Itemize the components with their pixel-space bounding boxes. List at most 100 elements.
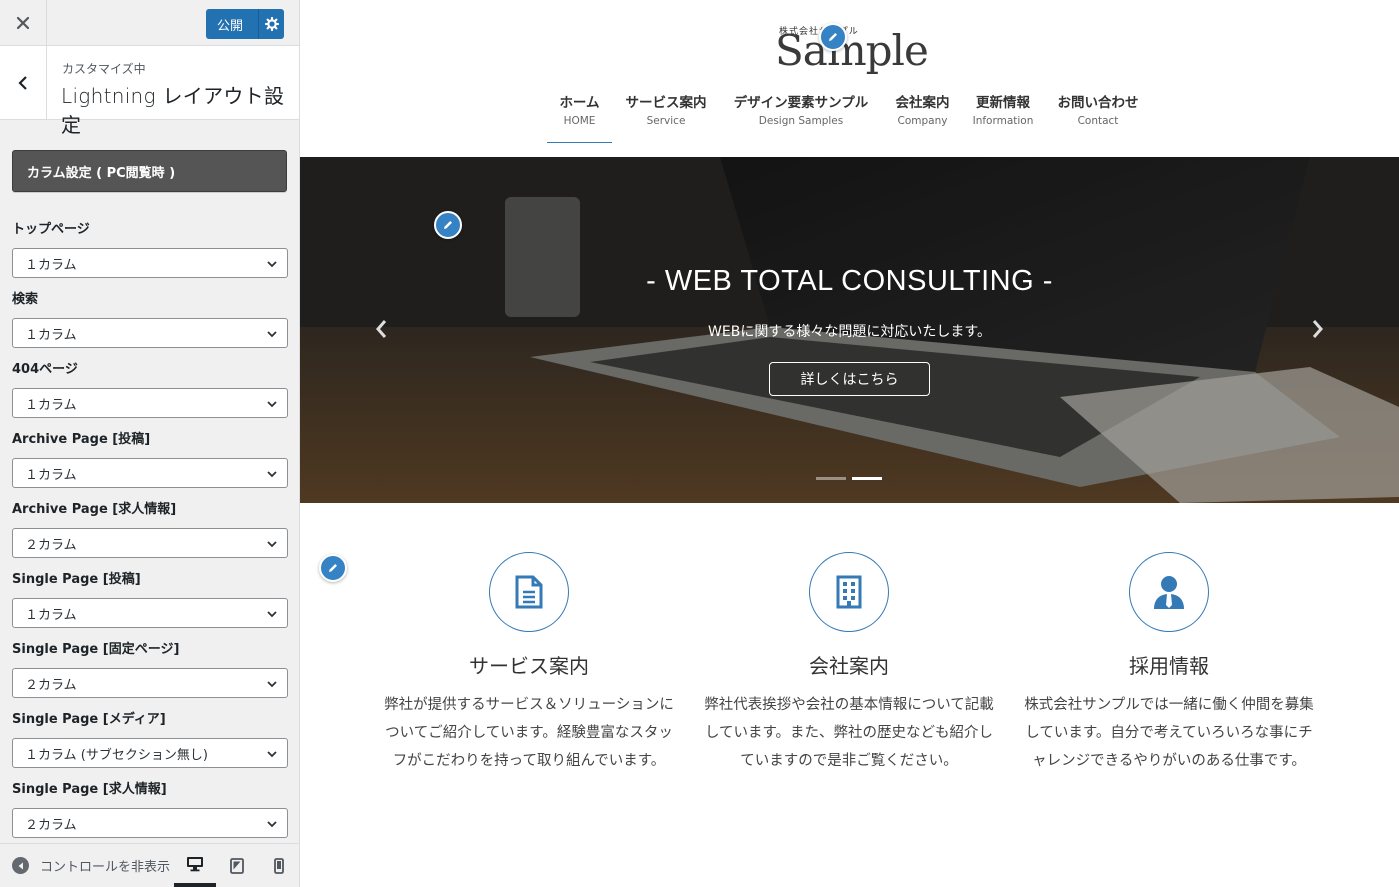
select-value: １カラム <box>25 327 77 343</box>
desktop-icon <box>187 856 203 871</box>
select-value: １カラム <box>25 397 77 413</box>
select-value: ２カラム <box>25 817 77 833</box>
slider-prev-button[interactable] <box>370 317 394 341</box>
nav-item-information[interactable]: 更新情報 Information <box>967 92 1039 127</box>
nav-item-home[interactable]: ホーム HOME <box>547 92 612 143</box>
preview-desktop-button[interactable] <box>174 844 216 887</box>
chevron-down-icon <box>267 751 277 758</box>
building-icon <box>836 575 862 609</box>
field-top-page: トップページ １カラム <box>12 221 288 278</box>
section-title: Lightning レイアウト設定 <box>61 84 285 137</box>
field-label: Single Page [固定ページ] <box>12 642 180 657</box>
pr-text: 弊社代表挨拶や会社の基本情報について記載しています。また、弊社の歴史なども紹介し… <box>704 697 994 769</box>
nav-item-company[interactable]: 会社案内 Company <box>885 92 960 127</box>
pr-title: 採用情報 <box>1129 654 1209 678</box>
nav-label: お問い合わせ <box>1057 95 1139 111</box>
customizing-label: カスタマイズ中 <box>62 62 146 76</box>
column-select[interactable]: １カラム <box>12 248 288 278</box>
chevron-left-icon <box>18 75 27 90</box>
column-select[interactable]: ２カラム <box>12 528 288 558</box>
nav-sublabel: Company <box>897 115 948 127</box>
select-value: １カラム <box>25 467 77 483</box>
edit-shortcut-pencil-icon[interactable] <box>819 23 847 51</box>
slider-dot-2[interactable] <box>852 477 882 480</box>
hide-controls-label: コントロールを非表示 <box>40 860 170 875</box>
column-select[interactable]: ２カラム <box>12 668 288 698</box>
publish-label: 公開 <box>217 18 244 34</box>
field-single-post: Single Page [投稿] １カラム <box>12 571 288 628</box>
nav-sublabel: Service <box>646 115 686 127</box>
chevron-down-icon <box>267 471 277 478</box>
nav-item-contact[interactable]: お問い合わせ Contact <box>1050 92 1146 127</box>
pr-icon-circle <box>489 552 569 632</box>
user-tie-icon <box>1154 576 1184 609</box>
field-label: 404ページ <box>12 362 78 377</box>
chevron-down-icon <box>267 611 277 618</box>
select-value: ２カラム <box>25 537 77 553</box>
site-logo[interactable]: 株式会社サンプル Sample <box>775 20 935 75</box>
edit-shortcut-pencil-icon[interactable] <box>434 211 462 239</box>
column-select[interactable]: １カラム <box>12 458 288 488</box>
pr-icon-circle <box>1129 552 1209 632</box>
close-customizer-button[interactable] <box>0 0 47 45</box>
site-preview: 株式会社サンプル Sample ホーム HOME サービス案内 Service … <box>300 0 1399 887</box>
nav-label: サービス案内 <box>625 95 707 111</box>
customizer-header: 公開 <box>0 0 299 46</box>
pr-text: 弊社が提供するサービス＆ソリューションについてご紹介しています。経験豊富なスタッ… <box>384 697 674 769</box>
preview-tablet-button[interactable] <box>216 844 258 887</box>
hero-subtitle: WEBに関する様々な問題に対応いたします。 <box>708 324 991 340</box>
column-select[interactable]: １カラム <box>12 318 288 348</box>
nav-label: 会社案内 <box>895 95 950 111</box>
field-404: 404ページ １カラム <box>12 361 288 418</box>
nav-item-design-samples[interactable]: デザイン要素サンプル Design Samples <box>726 92 876 127</box>
nav-label: ホーム <box>559 95 600 111</box>
edit-shortcut-pencil-icon[interactable] <box>319 554 347 582</box>
field-label: Single Page [メディア] <box>12 712 166 727</box>
field-label: トップページ <box>12 222 90 237</box>
hide-controls-button[interactable]: コントロールを非表示 <box>12 856 170 875</box>
chevron-left-icon <box>376 320 387 338</box>
column-select[interactable]: ２カラム <box>12 808 288 838</box>
collapse-arrow-icon <box>12 857 29 874</box>
slider-next-button[interactable] <box>1305 317 1329 341</box>
pr-icon-circle <box>809 552 889 632</box>
preview-mobile-button[interactable] <box>258 844 300 887</box>
nav-sublabel: HOME <box>563 115 596 127</box>
document-icon <box>515 575 543 609</box>
publish-button[interactable]: 公開 <box>206 9 284 39</box>
field-archive-job: Archive Page [求人情報] ２カラム <box>12 501 288 558</box>
select-value: １カラム <box>25 257 77 273</box>
tablet-icon <box>230 857 244 874</box>
select-value: ２カラム <box>25 677 77 693</box>
pr-block-recruit[interactable]: 採用情報 株式会社サンプルでは一緒に働く仲間を募集しています。自分で考えていろい… <box>1024 552 1314 775</box>
field-search: 検索 １カラム <box>12 291 288 348</box>
field-single-page: Single Page [固定ページ] ２カラム <box>12 641 288 698</box>
column-select[interactable]: １カラム <box>12 598 288 628</box>
chevron-down-icon <box>267 401 277 408</box>
hero-title: - WEB TOTAL CONSULTING - <box>646 265 1053 297</box>
customizer-sidebar: 公開 カスタマイズ中 Lightning レイアウト設定 カラム設定 ( PC閲… <box>0 0 300 887</box>
chevron-down-icon <box>267 331 277 338</box>
global-nav: ホーム HOME サービス案内 Service デザイン要素サンプル Desig… <box>300 92 1399 144</box>
select-value: １カラム <box>25 607 77 623</box>
customizer-footer: コントロールを非表示 <box>0 843 299 887</box>
logo-text: Sample <box>775 26 929 75</box>
pr-block-company[interactable]: 会社案内 弊社代表挨拶や会社の基本情報について記載しています。また、弊社の歴史な… <box>704 552 994 775</box>
field-archive-post: Archive Page [投稿] １カラム <box>12 431 288 488</box>
slider-dot-1[interactable] <box>816 477 846 480</box>
column-select[interactable]: １カラム <box>12 388 288 418</box>
publish-settings-gear-icon[interactable] <box>259 17 284 31</box>
pr-block-service[interactable]: サービス案内 弊社が提供するサービス＆ソリューションについてご紹介しています。経… <box>384 552 674 775</box>
hero-slider: - WEB TOTAL CONSULTING - WEBに関する様々な問題に対応… <box>300 157 1399 503</box>
section-header: カスタマイズ中 Lightning レイアウト設定 <box>0 46 299 137</box>
chevron-right-icon <box>1312 320 1323 338</box>
field-label: 検索 <box>12 292 39 307</box>
nav-item-service[interactable]: サービス案内 Service <box>618 92 714 127</box>
column-setting-button[interactable]: カラム設定 ( PC閲覧時 ) <box>12 150 287 192</box>
field-label: Archive Page [投稿] <box>12 432 151 447</box>
back-button[interactable] <box>0 46 47 119</box>
chevron-down-icon <box>267 681 277 688</box>
column-select[interactable]: １カラム (サブセクション無し) <box>12 738 288 768</box>
hero-more-button[interactable]: 詳しくはこちら <box>769 362 930 396</box>
nav-label: デザイン要素サンプル <box>733 95 869 111</box>
